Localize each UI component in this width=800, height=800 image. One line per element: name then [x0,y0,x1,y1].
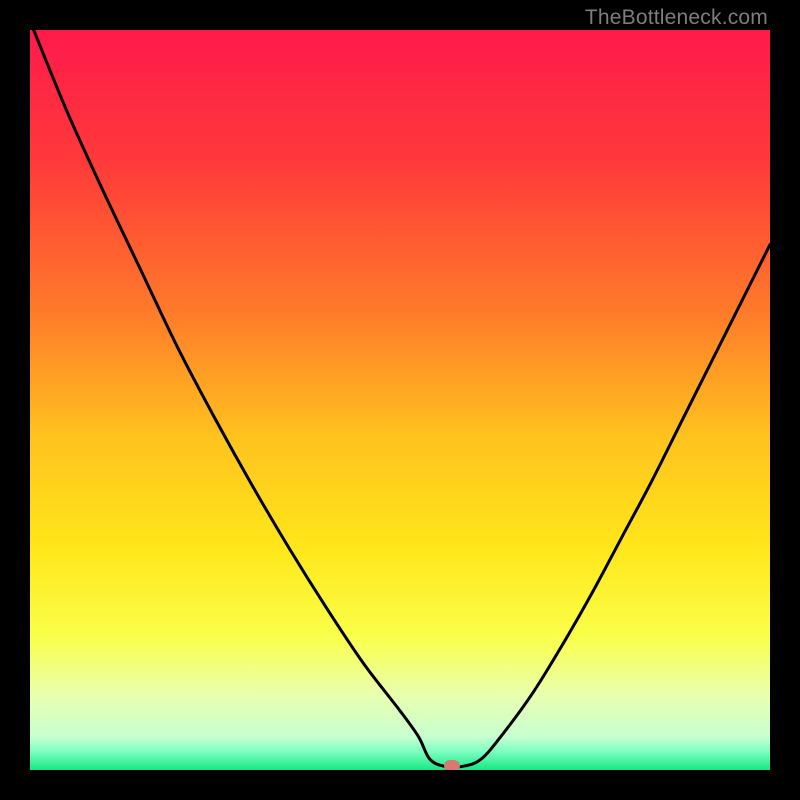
bottleneck-curve [34,30,770,767]
watermark-text: TheBottleneck.com [585,6,768,30]
chart-frame: TheBottleneck.com [0,0,800,800]
optimal-point-marker [444,760,460,770]
curve-layer [30,30,770,770]
plot-area [30,30,770,770]
